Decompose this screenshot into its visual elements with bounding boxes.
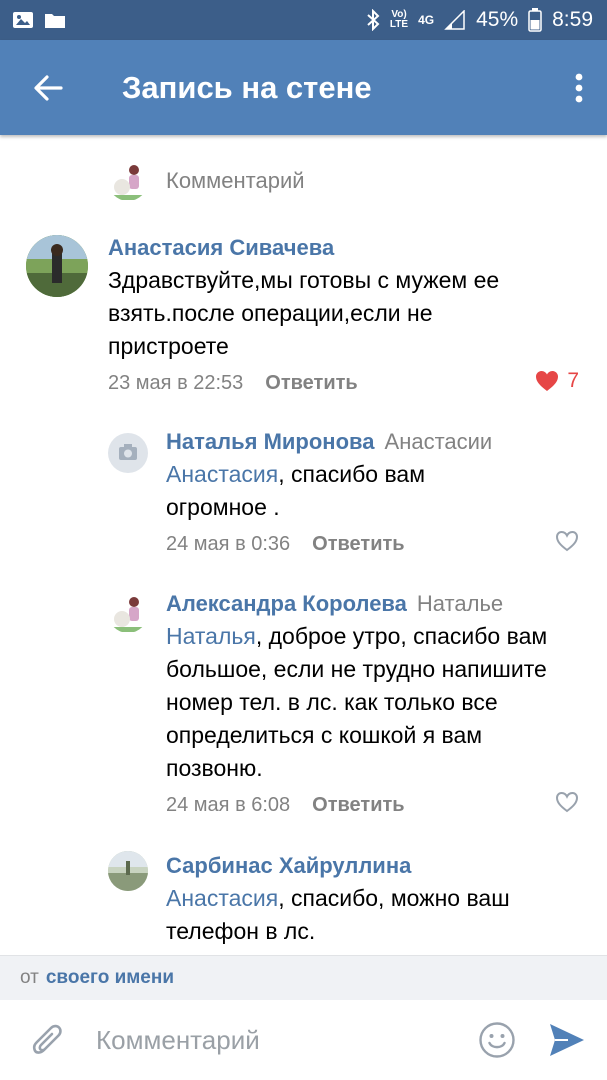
top-comment-entry[interactable]: Комментарий [108,161,305,201]
send-icon [550,1024,584,1056]
comment-text: Здравствуйте,мы готовы с мужем ее взять.… [108,267,500,359]
like-button[interactable] [555,791,579,813]
reply-button[interactable]: Ответить [312,794,404,817]
more-options-button[interactable] [551,40,607,135]
net-type-label: 4G [418,13,435,27]
more-vert-icon [575,73,583,102]
avatar[interactable] [26,235,88,297]
from-prefix: от [20,967,39,988]
author-name[interactable]: Александра Королева [166,591,407,616]
heart-outline-icon [555,791,579,813]
comment-date: 24 мая в 0:36 [166,532,291,555]
comment-text-block: Анастасия, спасибо вам огромное . [166,458,466,524]
comment-input[interactable] [96,1015,467,1065]
emoji-button[interactable] [467,1000,527,1080]
app-bar: Запись на стене [0,40,607,135]
status-left [12,10,66,30]
comments-list[interactable]: Комментарий Анастасия Сивачева Здравству… [0,135,607,955]
like-button[interactable]: 7 [535,369,579,393]
author-name[interactable]: Анастасия Сивачева [108,235,334,260]
signal-icon [444,10,465,30]
bluetooth-icon [367,9,380,31]
clock: 8:59 [552,8,593,31]
reply-button[interactable]: Ответить [265,372,357,395]
folder-icon [45,14,65,28]
comment-meta: 24 мая в 0:36 Ответить [166,526,579,562]
reply-to-name[interactable]: Наталье [417,591,503,616]
comment-body: Анастасия Сивачева Здравствуйте,мы готов… [108,233,579,401]
avatar[interactable] [108,433,148,473]
author-name[interactable]: Сарбинас Хайруллина [166,853,411,878]
from-identity-link[interactable]: своего имени [46,967,174,989]
battery-icon [528,8,542,32]
comment-meta: 23 мая в 22:53 Ответить 7 [108,365,579,401]
reply-button[interactable]: Ответить [312,533,404,556]
mention-link[interactable]: Наталья [166,623,256,649]
status-right: Vo) LTE 4G 45% 8:59 [366,8,593,32]
mention-link[interactable]: Анастасия [166,461,278,487]
comment-composer [0,1000,607,1080]
send-button[interactable] [527,1000,607,1080]
comment-body: Наталья Миронова Анастасии Анастасия, спа… [166,427,579,562]
top-comment-label: Комментарий [166,168,305,193]
comment-body: Сарбинас Хайруллина Анастасия, спасибо, … [166,851,579,948]
heart-outline-icon [555,530,579,552]
like-count: 7 [567,369,579,392]
lte-label: LTE [389,19,409,30]
comment-date: 23 мая в 22:53 [108,371,244,394]
battery-percent: 45% [476,8,519,31]
my-avatar [108,161,148,201]
back-arrow-icon [34,74,63,101]
comment-text-block: Анастасия, спасибо, можно ваш телефон в … [166,882,576,948]
comment-date: 24 мая в 6:08 [166,793,291,816]
page-title: Запись на стене [122,69,372,105]
gallery-icon [13,12,33,28]
avatar[interactable] [108,851,148,891]
reply-to-name[interactable]: Анастасии [385,429,493,454]
mention-link[interactable]: Анастасия [166,885,278,911]
smiley-icon [479,1022,515,1058]
comment-meta: 24 мая в 6:08 Ответить [166,787,579,823]
wall-post-screen: Vo) LTE 4G 45% 8:59 Запись на стене Комме… [0,0,607,1080]
heart-filled-icon [536,371,559,391]
paperclip-icon [32,1024,62,1054]
comment-as-bar: от своего имени [0,955,607,1000]
author-name[interactable]: Наталья Миронова [166,429,375,454]
avatar[interactable] [108,593,148,633]
back-button[interactable] [0,40,96,135]
status-bar: Vo) LTE 4G 45% 8:59 [0,0,607,40]
like-button[interactable] [555,530,579,552]
comment-text-block: Наталья, доброе утро, спасибо вам большо… [166,620,584,785]
attach-button[interactable] [0,1000,96,1080]
comment-body: Александра Королева Наталье Наталья, добр… [166,589,579,823]
